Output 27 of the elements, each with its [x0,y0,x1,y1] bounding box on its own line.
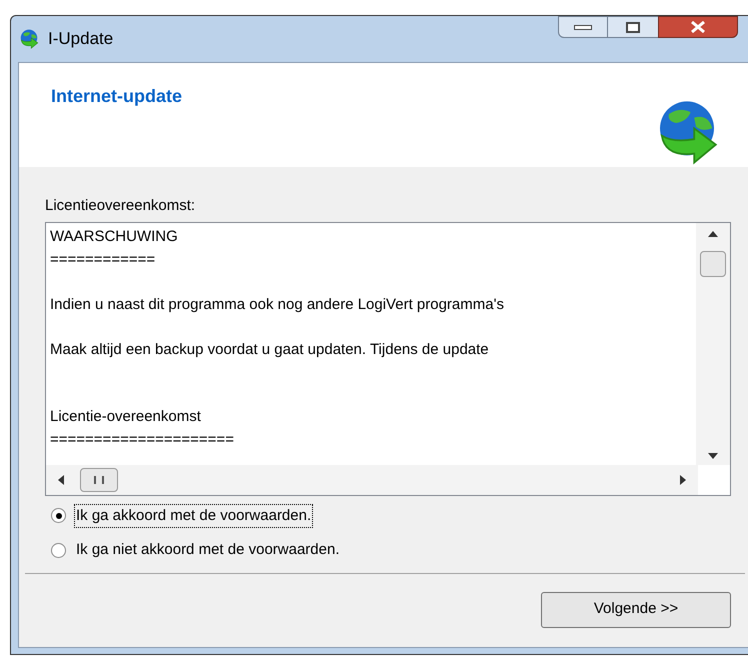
radio-button[interactable] [51,542,66,558]
scroll-down-icon [708,452,718,458]
window-title: I-Update [48,28,114,50]
scroll-up-icon [708,230,718,236]
horizontal-scrollbar[interactable] [46,464,698,494]
header-title: Internet-update [51,85,182,108]
license-text-line: Indien u naast dit programma ook nog andere LogiVert programma's [50,294,504,314]
radio-option[interactable]: Ik ga niet akkoord met de voorwaarden. [51,538,743,562]
minimize-button[interactable] [558,16,608,38]
radio-button[interactable] [51,508,66,524]
scroll-thumb[interactable] [80,468,118,492]
scroll-left-icon [58,474,64,484]
license-text-line: WAARSCHUWING [50,226,178,246]
scroll-right-icon [680,474,686,484]
license-text-line: ============ [50,250,156,270]
license-text-line: Licentie-overeenkomst [50,406,201,426]
close-icon [690,21,706,33]
license-label: Licentieovereenkomst: [45,196,196,216]
radio-option[interactable]: Ik ga akkoord met de voorwaarden. [51,504,743,528]
app-icon [18,28,40,50]
scroll-thumb[interactable] [700,250,726,276]
next-button[interactable]: Volgende >> [541,592,731,628]
close-button[interactable] [658,16,738,38]
license-text-line: Maak altijd een backup voordat u gaat updaten. Tijdens de update [50,340,489,360]
maximize-button[interactable] [608,16,658,38]
vertical-scrollbar[interactable] [696,222,730,464]
license-text-line: ===================== [50,430,234,450]
